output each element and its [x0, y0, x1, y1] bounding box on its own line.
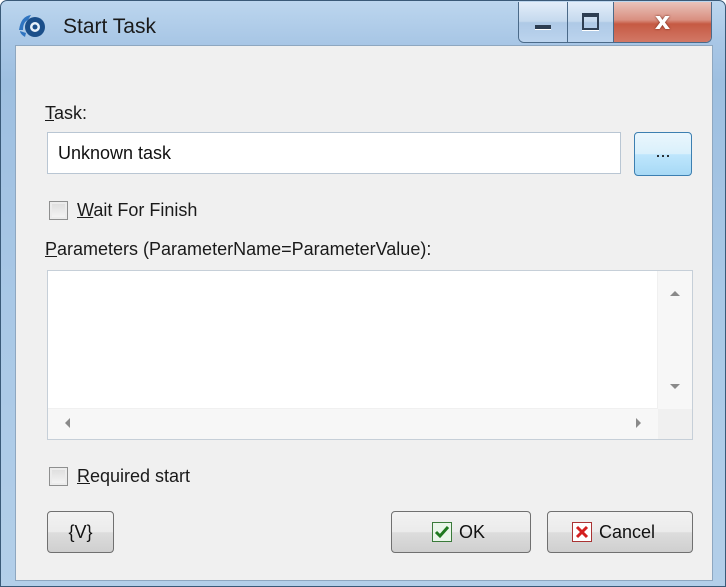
parameters-label-text: arameters (ParameterName=ParameterValue)…: [57, 239, 432, 259]
minimize-icon: [535, 25, 551, 29]
scroll-up-icon[interactable]: [670, 291, 680, 296]
task-app-icon: [19, 15, 45, 37]
parameters-label-accel: P: [45, 239, 58, 259]
parameters-textarea[interactable]: [47, 270, 693, 440]
x-icon: [572, 522, 592, 542]
required-start-checkbox[interactable]: [49, 467, 68, 486]
maximize-button[interactable]: [568, 2, 614, 42]
scroll-left-icon[interactable]: [65, 418, 70, 428]
close-button[interactable]: x: [614, 2, 711, 42]
maximize-icon: [582, 13, 599, 30]
horizontal-scrollbar[interactable]: [48, 408, 658, 439]
required-start-accel: R: [77, 466, 90, 486]
task-label: Task:: [45, 103, 87, 124]
task-label-text: ask:: [54, 103, 88, 123]
cancel-button[interactable]: Cancel: [547, 511, 693, 553]
scroll-down-icon[interactable]: [670, 384, 680, 389]
variables-button[interactable]: {V}: [47, 511, 114, 553]
wait-for-finish-accel: W: [77, 200, 94, 220]
close-icon: x: [654, 7, 671, 35]
caption-buttons: x: [518, 2, 712, 43]
variables-button-label: {V}: [68, 522, 93, 542]
vertical-scrollbar[interactable]: [657, 271, 692, 409]
ok-button[interactable]: OK: [391, 511, 531, 553]
ok-button-label: OK: [459, 522, 486, 542]
check-icon: [432, 522, 452, 542]
parameters-label: Parameters (ParameterName=ParameterValue…: [45, 239, 431, 260]
scrollbar-corner: [658, 409, 692, 439]
dialog-body: Task: ... Wait For Finish Parameters (Pa…: [15, 45, 713, 581]
cancel-button-label: Cancel: [599, 522, 656, 542]
window-title: Start Task: [63, 15, 156, 38]
wait-for-finish-text: ait For Finish: [93, 200, 198, 220]
wait-for-finish-checkbox[interactable]: [49, 201, 68, 220]
scroll-right-icon[interactable]: [636, 418, 641, 428]
browse-task-button[interactable]: ...: [634, 132, 692, 176]
task-input[interactable]: [47, 132, 621, 174]
required-start-text: equired start: [90, 466, 191, 486]
required-start-label[interactable]: Required start: [77, 466, 190, 487]
task-label-accel: T: [45, 103, 54, 123]
wait-for-finish-label[interactable]: Wait For Finish: [77, 200, 197, 221]
start-task-window: Start Task x Task: ... Wait For Finish P…: [0, 0, 726, 587]
minimize-button[interactable]: [519, 2, 568, 42]
title-bar[interactable]: Start Task x: [1, 1, 725, 45]
